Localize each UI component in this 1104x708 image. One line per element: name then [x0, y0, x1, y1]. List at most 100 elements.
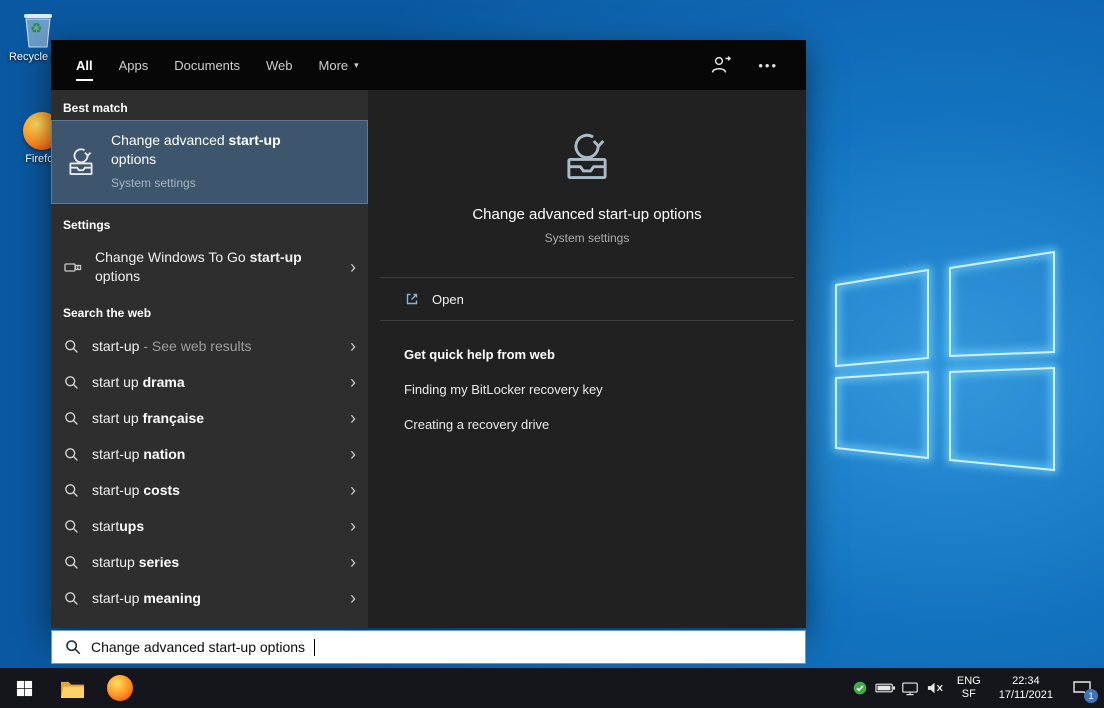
web-suggestion-row[interactable]: start-up meaning ›: [51, 580, 368, 616]
help-link[interactable]: Finding my BitLocker recovery key: [404, 382, 806, 397]
chevron-right-icon[interactable]: ›: [350, 409, 356, 427]
suggestion-text: startups: [92, 518, 144, 534]
help-link[interactable]: Creating a recovery drive: [404, 417, 806, 432]
user-account-icon[interactable]: [708, 53, 732, 77]
search-the-web-header: Search the web: [63, 306, 151, 320]
best-match-title-pre: Change advanced: [111, 132, 229, 148]
tab-all[interactable]: All: [63, 40, 106, 90]
search-flyout: All Apps Documents Web More ▾ ••• Best m…: [51, 40, 806, 628]
taskbar: ENG SF 22:34 17/11/2021 1: [0, 668, 1104, 708]
settings-text-pre: Change Windows To Go: [95, 249, 250, 265]
firefox-icon: [107, 675, 133, 701]
suggestion-text: start-up - See web results: [92, 338, 252, 354]
preview-subtitle: System settings: [368, 231, 806, 245]
tab-label: Web: [266, 58, 293, 73]
settings-text-bold: start-up: [250, 249, 302, 265]
web-suggestion-row[interactable]: startup series ›: [51, 544, 368, 580]
search-icon: [63, 590, 80, 607]
suggestion-text: start up française: [92, 410, 204, 426]
chevron-right-icon[interactable]: ›: [350, 445, 356, 463]
open-label: Open: [432, 292, 464, 307]
search-input-value: Change advanced start-up options: [91, 639, 305, 655]
open-icon: [404, 291, 420, 307]
web-suggestion-row[interactable]: start up française ›: [51, 400, 368, 436]
recycle-glyph: ♻: [30, 20, 43, 37]
suggestion-text: startup series: [92, 554, 179, 570]
more-options-icon[interactable]: •••: [758, 58, 778, 73]
usb-drive-icon: [63, 257, 83, 277]
preview-title: Change advanced start-up options: [368, 206, 806, 223]
web-suggestion-row[interactable]: start-up nation ›: [51, 436, 368, 472]
language-indicator[interactable]: ENG SF: [948, 668, 990, 708]
tab-more[interactable]: More ▾: [306, 40, 372, 90]
chevron-down-icon: ▾: [354, 60, 359, 71]
tab-label: More: [319, 58, 349, 73]
web-suggestion-row[interactable]: start-up costs ›: [51, 472, 368, 508]
chevron-right-icon[interactable]: ›: [350, 373, 356, 391]
tray-security-button[interactable]: [848, 668, 873, 708]
web-suggestion-row[interactable]: start up drama ›: [51, 364, 368, 400]
settings-result-text: Change Windows To Go start-up options: [95, 248, 321, 286]
quick-help-header: Get quick help from web: [404, 347, 806, 362]
file-explorer-button[interactable]: [48, 668, 96, 708]
search-icon: [63, 446, 80, 463]
settings-result[interactable]: Change Windows To Go start-up options ›: [51, 236, 368, 298]
search-icon: [63, 410, 80, 427]
best-match-subtitle: System settings: [111, 174, 323, 193]
advanced-startup-icon: [64, 145, 98, 179]
search-icon: [64, 638, 82, 656]
system-tray: ENG SF 22:34 17/11/2021 1: [848, 668, 1104, 708]
search-icon: [63, 482, 80, 499]
tab-documents[interactable]: Documents: [161, 40, 253, 90]
language-code: ENG: [957, 675, 981, 688]
chevron-right-icon[interactable]: ›: [350, 258, 356, 276]
chevron-right-icon[interactable]: ›: [350, 481, 356, 499]
search-icon: [63, 554, 80, 571]
start-button[interactable]: [0, 668, 48, 708]
best-match-title-bold: start-up: [229, 132, 281, 148]
search-icon: [63, 374, 80, 391]
ethernet-network-icon: [901, 681, 919, 696]
chevron-right-icon[interactable]: ›: [350, 553, 356, 571]
web-suggestion-row[interactable]: startups ›: [51, 508, 368, 544]
tab-label: Documents: [174, 58, 240, 73]
web-suggestion-row[interactable]: start-up - See web results ›: [51, 328, 368, 364]
suggestion-text: start-up costs: [92, 482, 180, 498]
suggestion-text: start-up meaning: [92, 590, 201, 606]
best-match-title-post: options: [111, 151, 156, 167]
tab-web[interactable]: Web: [253, 40, 306, 90]
advanced-startup-icon-large: [558, 128, 616, 186]
divider: [380, 320, 794, 321]
chevron-right-icon[interactable]: ›: [350, 589, 356, 607]
best-match-result[interactable]: Change advanced start-up options System …: [51, 120, 368, 204]
tab-label: All: [76, 58, 93, 73]
search-icon: [63, 518, 80, 535]
windows-logo-icon: [16, 680, 33, 697]
clock-time: 22:34: [1012, 674, 1040, 688]
security-check-icon: [853, 681, 867, 695]
search-tab-bar: All Apps Documents Web More ▾ •••: [51, 40, 806, 90]
tray-volume-button[interactable]: [923, 668, 948, 708]
tray-network-button[interactable]: [898, 668, 923, 708]
web-suggestions-list: start-up - See web results › start up dr…: [51, 328, 368, 616]
search-results-column: Best match Change advanced start-up opti…: [51, 90, 368, 628]
volume-muted-icon: [926, 681, 945, 695]
open-action[interactable]: Open: [368, 278, 806, 320]
chevron-right-icon[interactable]: ›: [350, 337, 356, 355]
search-input[interactable]: Change advanced start-up options: [51, 630, 806, 664]
notification-badge: 1: [1084, 689, 1098, 703]
tab-apps[interactable]: Apps: [106, 40, 162, 90]
keyboard-layout: SF: [962, 688, 976, 701]
settings-section-header: Settings: [63, 218, 110, 232]
file-explorer-icon: [60, 678, 85, 699]
tray-battery-button[interactable]: [873, 668, 898, 708]
action-center-button[interactable]: 1: [1062, 668, 1102, 708]
clock-date: 17/11/2021: [999, 688, 1053, 702]
preview-pane: Change advanced start-up options System …: [368, 90, 806, 628]
chevron-right-icon[interactable]: ›: [350, 517, 356, 535]
wallpaper-windows-logo: [774, 215, 1104, 495]
settings-text-post: options: [95, 268, 140, 284]
firefox-button[interactable]: [96, 668, 144, 708]
clock[interactable]: 22:34 17/11/2021: [990, 668, 1062, 708]
best-match-header: Best match: [63, 101, 128, 115]
